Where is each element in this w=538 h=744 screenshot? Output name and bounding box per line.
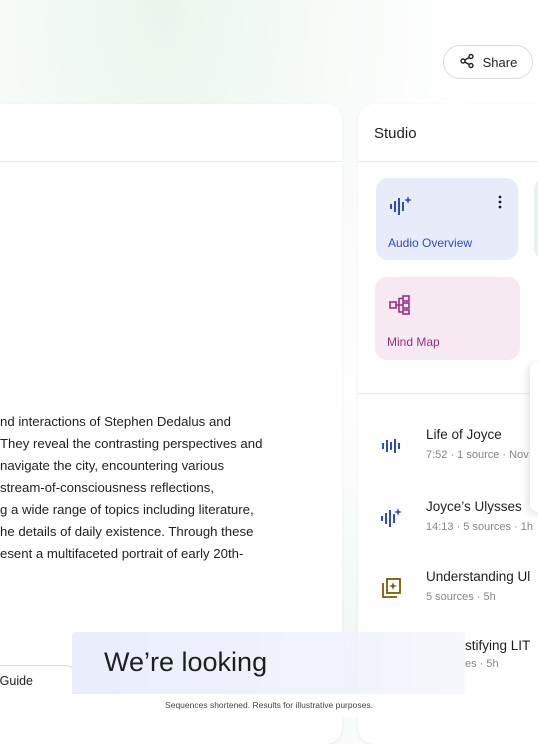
caption-text: We’re looking [104,647,268,677]
chat-header-divider [0,161,342,162]
audio-overview-card[interactable]: Audio Overview [376,178,518,260]
item-subtitle: 5 sources · 5h [426,591,496,603]
item-subtitle: 7:52 · 1 source · Nov [426,449,529,461]
study-guide-chip[interactable]: Guide [0,665,80,697]
summary-text: nd interactions of Stephen Dedalus and T… [0,404,342,574]
share-label: Share [482,54,518,70]
mind-map-label: Mind Map [387,335,440,349]
summary-line: navigate the city, encountering various [0,458,225,473]
sparkle-waveform-icon [380,507,402,529]
waveform-icon [380,435,402,457]
studio-header-divider [358,161,538,162]
summary-line: They reveal the contrasting perspectives… [0,436,263,451]
item-subtitle: 14:13 · 5 sources · 1h [426,521,534,533]
share-icon [459,53,475,72]
summary-line: g a wide range of topics including liter… [0,502,254,517]
studio-title: Studio [374,125,417,142]
audio-overview-label: Audio Overview [388,236,473,250]
audio-waveform-icon [388,194,412,218]
mind-map-icon [389,295,411,315]
studio-list-item[interactable]: Understanding Ul 5 sources · 5h [358,569,538,619]
share-button[interactable]: Share [443,45,533,79]
summary-line: stream-of-consciousness reflections, [0,480,215,495]
item-subtitle: es · 5h [465,658,499,670]
study-guide-icon [380,577,402,599]
study-guide-chip-label: Guide [0,674,33,688]
video-overview-card[interactable] [534,178,538,260]
item-title: Joyce’s Ulysses [426,499,522,514]
studio-list-item[interactable]: Joyce’s Ulysses 14:13 · 5 sources · 1h [358,499,538,549]
more-options-icon[interactable] [492,194,508,210]
summary-line: he details of daily existence. Through t… [0,524,254,539]
studio-list-item[interactable]: Life of Joyce 7:52 · 1 source · Nov [358,427,538,477]
summary-line: nd interactions of Stephen Dedalus and [0,414,231,429]
summary-line: esent a multifaceted portrait of early 2… [0,546,244,561]
item-title: Life of Joyce [426,427,502,442]
mind-map-card[interactable]: Mind Map [375,277,520,360]
studio-section-divider [358,393,538,394]
disclaimer-text: Sequences shortened. Results for illustr… [165,700,373,710]
item-title: stifying LIT [465,638,531,653]
item-title: Understanding Ul [426,569,531,584]
